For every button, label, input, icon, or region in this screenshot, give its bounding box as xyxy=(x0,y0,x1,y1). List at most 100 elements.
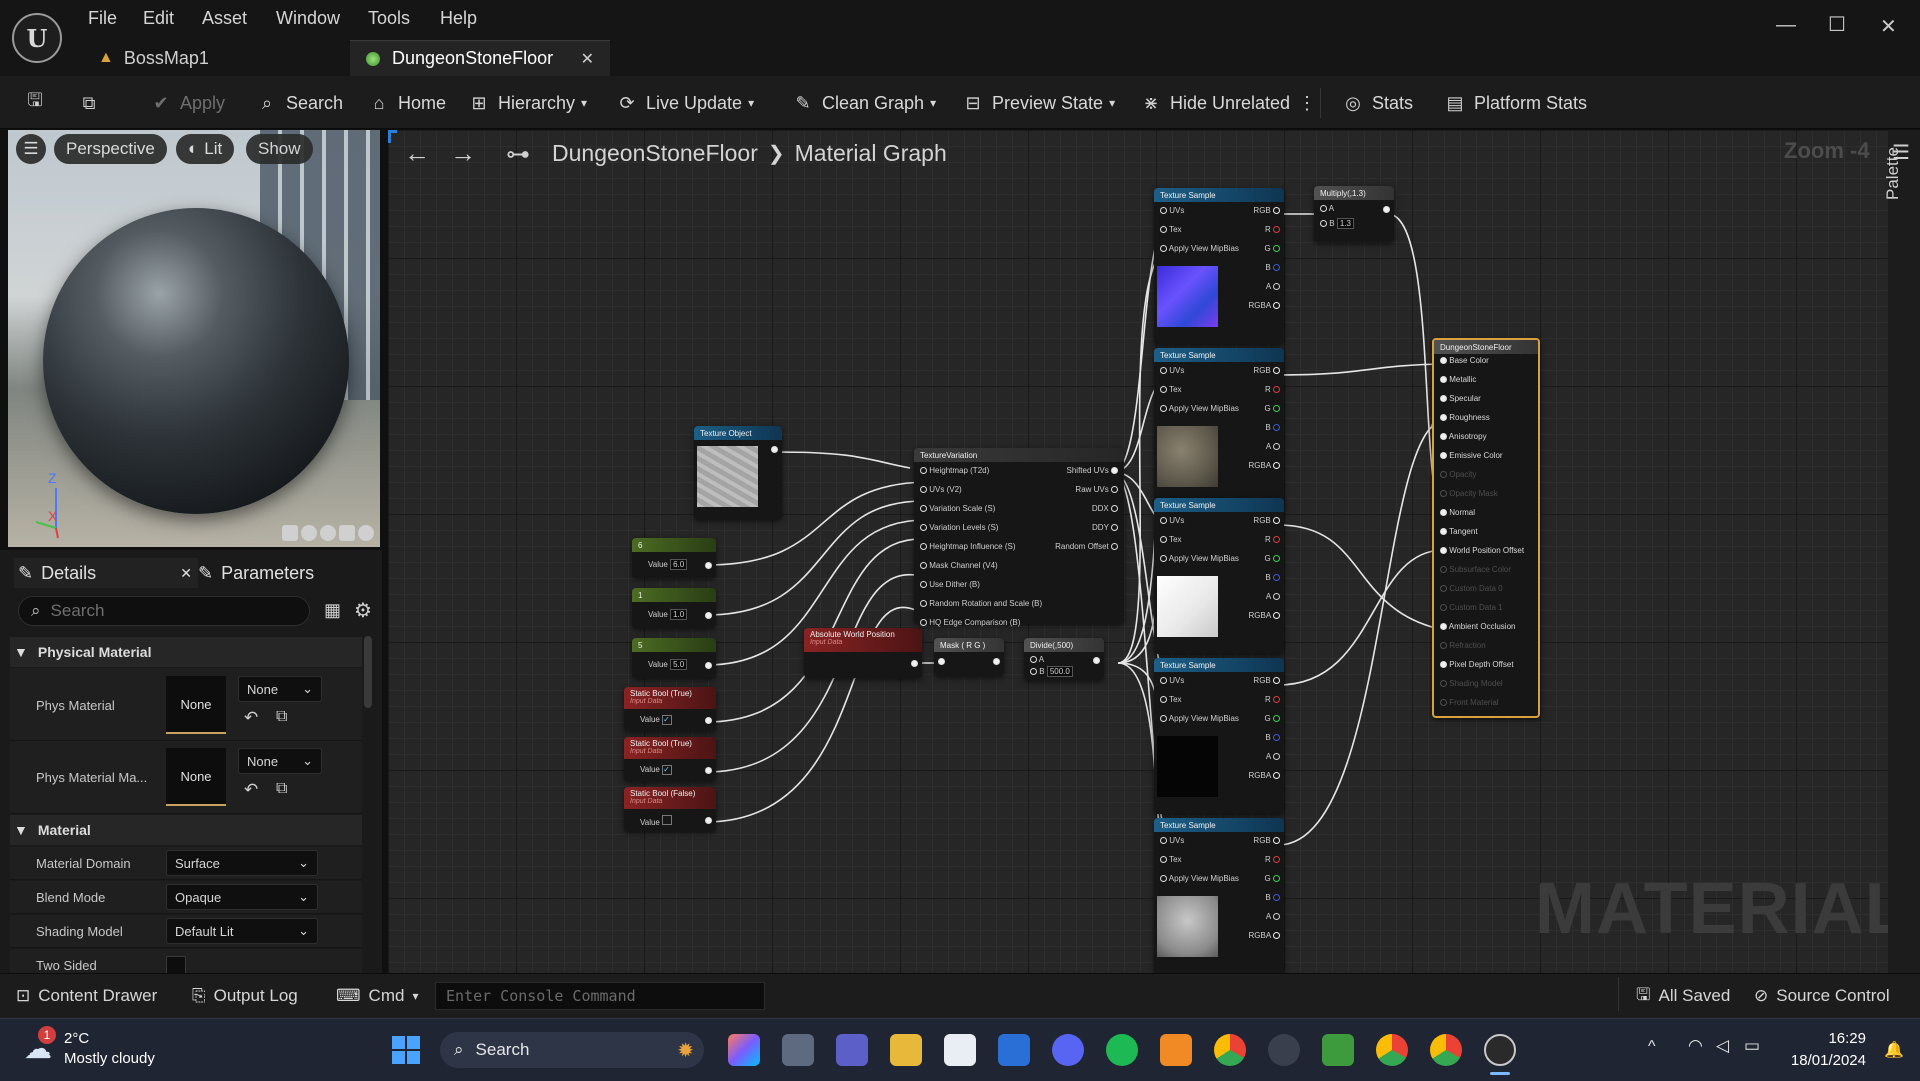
lit-button[interactable]: ◐ Lit xyxy=(176,134,235,164)
output-pin-row[interactable]: DDY xyxy=(1092,523,1118,532)
node-texture-sample-1[interactable]: Texture Sample UVs Tex Apply View MipBia… xyxy=(1154,188,1284,344)
output-pin[interactable] xyxy=(705,717,712,724)
node-texture-sample-3[interactable]: Texture Sample UVs Tex Apply View MipBia… xyxy=(1154,498,1284,654)
details-scrollbar[interactable] xyxy=(364,636,372,708)
node-texture-object[interactable]: Texture Object xyxy=(694,426,782,519)
output-pin[interactable] xyxy=(1383,206,1390,213)
output-pin-row[interactable]: RGBA xyxy=(1249,611,1280,620)
value-checkbox[interactable]: ✓ xyxy=(662,765,673,775)
node-constant-1[interactable]: 1 Value 1.0 xyxy=(632,588,716,628)
node-static-bool-true-1[interactable]: Static Bool (True) Input Data Value ✓ xyxy=(624,687,716,731)
output-pin-row[interactable]: A xyxy=(1266,752,1280,761)
input-pin-row[interactable]: UVs xyxy=(1160,206,1184,215)
input-pin-row[interactable]: UVs xyxy=(1160,676,1184,685)
chrome-profile-icon[interactable] xyxy=(1376,1034,1408,1066)
output-pin[interactable] xyxy=(771,446,778,453)
blend-mode-combo[interactable]: Opaque ⌄ xyxy=(166,884,318,910)
wifi-icon[interactable]: ◠ xyxy=(1688,1036,1703,1056)
result-pin-row[interactable]: Opacity Mask xyxy=(1440,489,1498,498)
input-pin-row[interactable]: Apply View MipBias xyxy=(1160,554,1239,563)
result-pin-row[interactable]: Tangent xyxy=(1440,527,1478,536)
input-pin-row[interactable]: Apply View MipBias xyxy=(1160,874,1239,883)
browse-asset-icon[interactable]: ⧉ xyxy=(276,780,287,798)
close-details-icon[interactable]: ✕ xyxy=(180,565,192,582)
value-checkbox[interactable]: ✓ xyxy=(662,715,673,725)
input-pin-row[interactable]: Use Dither (B) xyxy=(920,580,980,589)
live-update-button[interactable]: ⟳ Live Update ▾ xyxy=(616,90,754,116)
node-material-result[interactable]: DungeonStoneFloor Base Color Metallic Sp… xyxy=(1432,338,1540,718)
back-arrow-icon[interactable]: ← xyxy=(404,138,430,169)
output-pin-row[interactable]: RGBA xyxy=(1249,771,1280,780)
source-control-button[interactable]: ⊘ Source Control xyxy=(1754,983,1890,1009)
palette-tab[interactable]: Palette xyxy=(1883,147,1903,200)
result-pin-row[interactable]: Metallic xyxy=(1440,375,1476,384)
task-view-icon[interactable] xyxy=(782,1034,814,1066)
close-window-icon[interactable]: ✕ xyxy=(1880,14,1897,39)
teams-icon[interactable] xyxy=(836,1034,868,1066)
todo-icon[interactable] xyxy=(998,1034,1030,1066)
result-pin-row[interactable]: Refraction xyxy=(1440,641,1486,650)
phys-material-combo[interactable]: None ⌄ xyxy=(238,676,322,702)
cylinder-icon[interactable] xyxy=(282,525,298,541)
output-pin-row[interactable]: A xyxy=(1266,912,1280,921)
input-pin-row[interactable]: Heightmap (T2d) xyxy=(920,466,989,475)
menu-tools[interactable]: Tools xyxy=(368,8,410,32)
output-pin-row[interactable]: G xyxy=(1265,714,1280,723)
output-pin-row[interactable]: RGB xyxy=(1253,836,1280,845)
node-absolute-world-position[interactable]: Absolute World Position Input Data xyxy=(804,628,922,678)
input-pin-row[interactable]: Random Rotation and Scale (B) xyxy=(920,599,1042,608)
unreal-logo-icon[interactable]: U xyxy=(12,13,62,63)
output-pin-row[interactable]: G xyxy=(1265,244,1280,253)
output-pin-row[interactable]: B xyxy=(1265,423,1280,432)
app-flame-icon[interactable] xyxy=(1160,1034,1192,1066)
plane-icon[interactable] xyxy=(320,525,336,541)
value-field[interactable]: 1.0 xyxy=(670,609,688,620)
maximize-icon[interactable]: ☐ xyxy=(1828,12,1846,37)
windows-start-icon[interactable] xyxy=(392,1036,420,1064)
viewport-menu-icon[interactable]: ☰ xyxy=(16,134,46,164)
output-pin[interactable] xyxy=(1093,657,1100,664)
home-button[interactable]: ⌂ Home xyxy=(368,90,446,116)
chrome-icon[interactable] xyxy=(1214,1034,1246,1066)
unreal-engine-taskbar-icon[interactable] xyxy=(1484,1034,1516,1066)
node-multiply[interactable]: Multiply(,1.3) A B 1.3 xyxy=(1314,186,1394,242)
taskbar-search[interactable]: ⌕ Search ✹ xyxy=(440,1032,704,1068)
result-pin-row[interactable]: Emissive Color xyxy=(1440,451,1503,460)
input-pin-row[interactable]: Apply View MipBias xyxy=(1160,404,1239,413)
result-pin-row[interactable]: Pixel Depth Offset xyxy=(1440,660,1514,669)
save-icon[interactable]: 🖫 xyxy=(24,90,54,116)
phys-material-map-combo[interactable]: None ⌄ xyxy=(238,748,322,774)
input-pin-row[interactable]: Tex xyxy=(1160,695,1182,704)
output-pin-row[interactable]: G xyxy=(1265,874,1280,883)
clock-date[interactable]: 18/01/2024 xyxy=(1786,1052,1866,1069)
input-pin-row[interactable]: Variation Levels (S) xyxy=(920,523,998,532)
clean-graph-button[interactable]: ✎ Clean Graph ▾ xyxy=(792,90,936,116)
result-pin-row[interactable]: Base Color xyxy=(1440,356,1489,365)
preview-state-button[interactable]: ⊟ Preview State ▾ xyxy=(962,90,1115,116)
result-pin-row[interactable]: Specular xyxy=(1440,394,1481,403)
output-pin-row[interactable]: R xyxy=(1265,225,1280,234)
details-search-input[interactable]: ⌕ Search xyxy=(18,596,310,626)
breadcrumb-asset[interactable]: DungeonStoneFloor xyxy=(552,140,758,167)
perspective-button[interactable]: Perspective xyxy=(54,134,167,164)
material-graph-canvas[interactable]: Texture Object 6 Value 6.0 1 Value 1.0 5… xyxy=(388,130,1888,973)
menu-file[interactable]: File xyxy=(88,8,117,32)
menu-window[interactable]: Window xyxy=(276,8,340,32)
chrome-profile-2-icon[interactable] xyxy=(1430,1034,1462,1066)
preview-viewport[interactable]: Z X xyxy=(8,130,380,547)
output-pin-row[interactable]: B xyxy=(1265,573,1280,582)
weather-desc[interactable]: Mostly cloudy xyxy=(64,1050,155,1067)
graph-hierarchy-icon[interactable]: ⊶ xyxy=(506,140,530,169)
output-pin-row[interactable]: RGBA xyxy=(1249,931,1280,940)
sphere-icon[interactable] xyxy=(301,525,317,541)
result-pin-row[interactable]: Custom Data 1 xyxy=(1440,603,1503,612)
tab-details[interactable]: ✎ Details ✕ xyxy=(14,558,198,588)
table-view-icon[interactable]: ▦ xyxy=(324,600,341,621)
node-constant-5[interactable]: 5 Value 5.0 xyxy=(632,638,716,678)
settings-gear-icon[interactable]: ⚙ xyxy=(354,598,372,623)
shading-model-combo[interactable]: Default Lit ⌄ xyxy=(166,918,318,944)
output-pin[interactable] xyxy=(705,562,712,569)
apply-button[interactable]: ✔ Apply xyxy=(150,90,225,116)
console-input[interactable]: Enter Console Command xyxy=(435,982,765,1010)
input-pin-row[interactable]: Tex xyxy=(1160,385,1182,394)
